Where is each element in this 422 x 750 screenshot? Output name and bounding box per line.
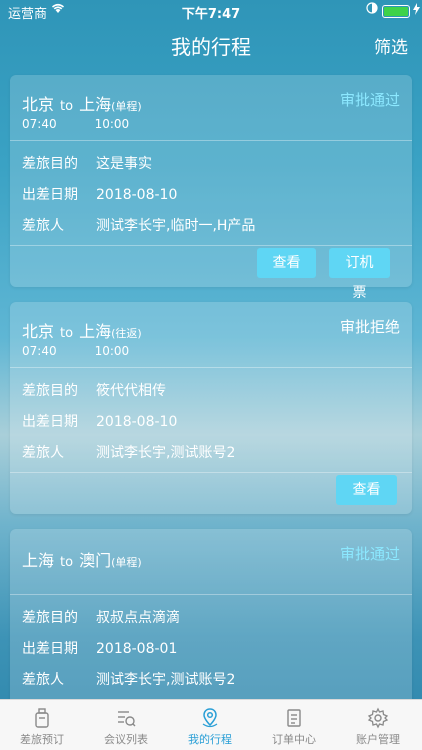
travelers-value: 测试李长宇,测试账号2 (96, 672, 236, 688)
to-city: 上海 (79, 95, 112, 114)
location-pin-icon (199, 707, 221, 729)
date-value: 2018-08-10 (96, 187, 178, 203)
date-label: 出差日期 (22, 641, 78, 657)
tab-bar: 差旅预订 会议列表 我的行程 订单中心 账户管理 (0, 699, 422, 750)
purpose-row: 差旅目的 叔叔点点滴滴 (22, 607, 180, 627)
from-city: 北京 (22, 95, 55, 114)
travelers-row: 差旅人 测试李长宇,临时一,H产品 (22, 215, 255, 235)
gear-icon (367, 707, 389, 729)
charging-icon (413, 3, 420, 18)
arrival-time: 10:00 (94, 117, 130, 131)
tab-label: 账户管理 (356, 733, 400, 746)
purpose-row: 差旅目的 这是事实 (22, 153, 152, 173)
departure-time: 07:40 (22, 344, 57, 358)
nav-bar: 我的行程 筛选 (0, 22, 422, 66)
tab-account-management[interactable]: 账户管理 (336, 700, 420, 750)
trip-times: 07:40 10:00 (22, 344, 129, 358)
date-label: 出差日期 (22, 187, 78, 203)
suitcase-icon (31, 707, 53, 729)
to-word: to (60, 555, 74, 570)
trip-type: (往返) (111, 327, 142, 340)
view-button[interactable]: 查看 (257, 248, 316, 278)
divider (10, 140, 412, 141)
divider (10, 245, 412, 246)
to-city: 澳门 (79, 551, 112, 570)
tab-order-center[interactable]: 订单中心 (252, 700, 336, 750)
to-word: to (60, 99, 74, 114)
tab-label: 差旅预订 (20, 733, 64, 746)
trip-card[interactable]: 北京 to 上海(往返) 审批拒绝 07:40 10:00 差旅目的 筱代代相传 出差日… (10, 302, 412, 514)
travelers-row: 差旅人 测试李长宇,测试账号2 (22, 669, 235, 689)
travelers-row: 差旅人 测试李长宇,测试账号2 (22, 442, 235, 462)
travelers-label: 差旅人 (22, 218, 64, 234)
tab-my-trips[interactable]: 我的行程 (168, 700, 252, 750)
purpose-label: 差旅目的 (22, 610, 78, 626)
approval-status: 审批拒绝 (339, 318, 400, 336)
purpose-value: 这是事实 (96, 156, 152, 172)
clock: 下午7:47 (181, 7, 241, 22)
tab-label: 会议列表 (104, 733, 148, 746)
travelers-label: 差旅人 (22, 445, 64, 461)
departure-time: 07:40 (22, 117, 57, 131)
tab-travel-booking[interactable]: 差旅预订 (0, 700, 84, 750)
purpose-label: 差旅目的 (22, 383, 78, 399)
moon-icon (366, 2, 378, 17)
divider (10, 367, 412, 368)
date-row: 出差日期 2018-08-10 (22, 411, 177, 431)
travelers-value: 测试李长宇,测试账号2 (96, 445, 236, 461)
purpose-value: 叔叔点点滴滴 (96, 610, 180, 626)
trip-route: 上海 to 澳门(单程) (22, 547, 142, 571)
travelers-value: 测试李长宇,临时一,H产品 (96, 218, 256, 234)
list-search-icon (115, 707, 137, 729)
approval-status: 审批通过 (339, 91, 400, 109)
from-city: 上海 (22, 551, 55, 570)
tab-meeting-list[interactable]: 会议列表 (84, 700, 168, 750)
to-city: 上海 (79, 322, 112, 341)
filter-button[interactable]: 筛选 (374, 33, 408, 58)
trip-route: 北京 to 上海(往返) (22, 318, 142, 342)
purpose-label: 差旅目的 (22, 156, 78, 172)
date-row: 出差日期 2018-08-01 (22, 638, 177, 658)
tab-label: 订单中心 (272, 733, 316, 746)
date-label: 出差日期 (22, 414, 78, 430)
view-button[interactable]: 查看 (336, 475, 397, 505)
document-icon (283, 707, 305, 729)
date-value: 2018-08-01 (96, 641, 178, 657)
date-value: 2018-08-10 (96, 414, 178, 430)
book-flight-button[interactable]: 订机票 (329, 248, 390, 301)
divider (10, 472, 412, 473)
trip-type: (单程) (111, 100, 142, 113)
from-city: 北京 (22, 322, 55, 341)
date-row: 出差日期 2018-08-10 (22, 184, 177, 204)
travelers-label: 差旅人 (22, 672, 64, 688)
status-bar: 运营商 下午7:47 (0, 0, 422, 22)
purpose-value: 筱代代相传 (96, 383, 166, 399)
trip-type: (单程) (111, 556, 142, 569)
purpose-row: 差旅目的 筱代代相传 (22, 380, 166, 400)
trip-route: 北京 to 上海(单程) (22, 91, 142, 115)
approval-status: 审批通过 (339, 545, 400, 563)
trip-card[interactable]: 上海 to 澳门(单程) 审批通过 差旅目的 叔叔点点滴滴 出差日期 2018-08-0… (10, 529, 412, 709)
page-title: 我的行程 (171, 35, 251, 59)
trip-card[interactable]: 北京 to 上海(单程) 审批通过 07:40 10:00 差旅目的 这是事实 出差日期… (10, 75, 412, 301)
trip-times: 07:40 10:00 (22, 117, 129, 131)
to-word: to (60, 326, 74, 341)
tab-label: 我的行程 (188, 733, 232, 746)
battery-icon (382, 5, 410, 18)
arrival-time: 10:00 (94, 344, 130, 358)
divider (10, 594, 412, 595)
